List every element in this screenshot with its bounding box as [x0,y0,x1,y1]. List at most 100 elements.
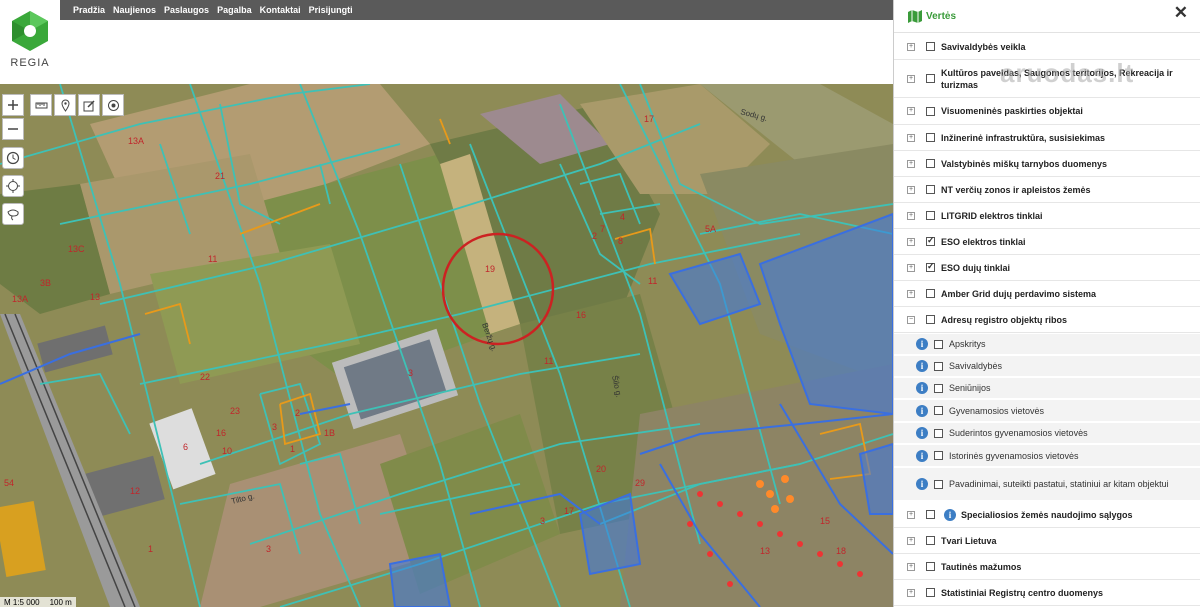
layer-checkbox[interactable] [926,588,935,597]
layer-row[interactable]: + Statistiniai Registrų centro duomenys [894,580,1200,606]
sublayer-row[interactable]: i Suderintos gyvenamosios vietovės [894,423,1200,444]
sublayer-checkbox[interactable] [934,479,943,489]
history-button[interactable] [2,147,24,169]
expand-icon[interactable]: + [907,159,915,168]
locate-button[interactable] [102,94,124,116]
parcel-label: 2 [592,231,597,241]
plus-icon [8,100,18,110]
layer-checkbox[interactable] [926,159,935,168]
parcel-label: 22 [200,372,210,382]
sublayer-row[interactable]: i Savivaldybės [894,356,1200,377]
layer-row[interactable]: + ESO dujų tinklai [894,255,1200,281]
expand-icon[interactable]: + [907,211,915,220]
info-icon[interactable]: i [916,449,928,462]
layer-checkbox[interactable] [926,106,935,116]
info-icon[interactable]: i [916,360,928,372]
expand-icon[interactable]: + [907,107,915,115]
sublayer-row[interactable]: i Pavadinimai, suteikti pastatui, statin… [894,468,1200,501]
info-icon[interactable]: i [944,508,956,521]
layer-label: Specialiosios žemės naudojimo sąlygos [961,509,1133,520]
layer-checkbox[interactable] [926,185,935,194]
zoom-in-button[interactable] [2,94,24,116]
layer-checkbox[interactable] [926,42,935,51]
sublayer-row[interactable]: i Istorinės gyvenamosios vietovės [894,445,1200,467]
sublayer-row[interactable]: i Gyvenamosios vietovės [894,400,1200,422]
parcel-label: 17 [564,506,574,516]
layer-label: Visuomeninės paskirties objektai [941,106,1083,116]
zoom-out-button[interactable] [2,118,24,140]
parcel-label: 1 [148,544,153,554]
info-icon[interactable]: i [916,338,928,350]
expand-icon[interactable]: + [907,562,915,571]
sublayer-checkbox[interactable] [934,428,943,438]
map-icon [908,9,922,23]
layer-checkbox[interactable] [926,74,935,83]
regia-logo[interactable]: REGIA [0,0,60,84]
layer-row[interactable]: + Visuomeninės paskirties objektai [894,98,1200,125]
layer-checkbox-checked[interactable] [926,235,935,246]
layer-row-expanded[interactable]: − Adresų registro objektų ribos [894,307,1200,333]
nav-services[interactable]: Paslaugos [164,5,209,15]
map-canvas[interactable]: 13A 21 13C 11 3B 13 13A 22 23 3 1B 2 1 1… [0,84,893,607]
sublayer-checkbox[interactable] [934,451,943,460]
sublayer-checkbox[interactable] [934,383,943,393]
expand-icon[interactable]: + [907,237,915,246]
expand-icon[interactable]: + [907,133,915,142]
info-icon[interactable]: i [916,382,928,394]
expand-icon[interactable]: + [907,185,915,194]
edit-button[interactable] [78,94,100,116]
info-icon[interactable]: i [916,478,928,490]
map-pin-icon [60,99,70,112]
sublayer-row[interactable]: i Seniūnijos [894,378,1200,399]
layer-checkbox[interactable] [926,133,935,142]
expand-icon[interactable]: + [907,289,915,298]
expand-icon[interactable]: + [907,536,915,545]
ruler-icon [35,102,47,108]
sublayer-row[interactable]: i Apskritys [894,334,1200,355]
layer-checkbox[interactable] [926,211,935,220]
draw-area-button[interactable] [2,203,24,225]
gps-button[interactable] [2,175,24,197]
layer-row[interactable]: + Tautinės mažumos [894,554,1200,580]
layer-checkbox[interactable] [926,562,935,571]
layer-checkbox[interactable] [926,510,935,519]
info-icon[interactable]: i [916,404,928,417]
collapse-icon[interactable]: − [907,315,915,324]
expand-icon[interactable]: + [907,588,915,597]
layer-row[interactable]: + ESO elektros tinklai [894,229,1200,255]
place-marker-button[interactable] [54,94,76,116]
layer-row[interactable]: + LITGRID elektros tinklai [894,203,1200,229]
nav-login[interactable]: Prisijungti [309,5,353,15]
close-icon[interactable]: ✕ [1174,3,1188,23]
layer-row[interactable]: + i Specialiosios žemės naudojimo sąlygo… [894,502,1200,528]
minus-icon [8,128,18,130]
parcel-label: 21 [215,171,225,181]
nav-home[interactable]: Pradžia [73,5,105,15]
nav-news[interactable]: Naujienos [113,5,156,15]
layer-row[interactable]: + Savivaldybės veikla [894,34,1200,60]
expand-icon[interactable]: + [907,263,915,272]
map-view[interactable]: 13A 21 13C 11 3B 13 13A 22 23 3 1B 2 1 1… [0,84,893,607]
expand-icon[interactable]: + [907,510,915,519]
layer-checkbox[interactable] [926,315,935,324]
expand-icon[interactable]: + [907,42,915,51]
layer-checkbox[interactable] [926,289,935,298]
expand-icon[interactable]: + [907,74,915,83]
layer-row[interactable]: + Tvari Lietuva [894,528,1200,554]
layer-row[interactable]: + Inžinerinė infrastruktūra, susisiekima… [894,125,1200,151]
measure-button[interactable] [30,94,52,116]
nav-help[interactable]: Pagalba [217,5,252,15]
nav-contacts[interactable]: Kontaktai [260,5,301,15]
layer-label: Inžinerinė infrastruktūra, susisiekimas [941,132,1106,143]
layer-row[interactable]: + NT verčių zonos ir apleistos žemės [894,177,1200,203]
layer-row[interactable]: + Amber Grid dujų perdavimo sistema [894,281,1200,307]
info-icon[interactable]: i [916,427,928,439]
layer-checkbox[interactable] [926,536,935,545]
layer-row[interactable]: + Valstybinės miškų tarnybos duomenys [894,151,1200,177]
parcel-label: 7 [600,224,605,234]
layer-checkbox-checked[interactable] [926,261,935,272]
sublayer-checkbox[interactable] [934,361,943,371]
sublayer-checkbox[interactable] [934,339,943,349]
sublayer-checkbox[interactable] [934,406,943,415]
layer-label: Valstybinės miškų tarnybos duomenys [941,158,1108,169]
